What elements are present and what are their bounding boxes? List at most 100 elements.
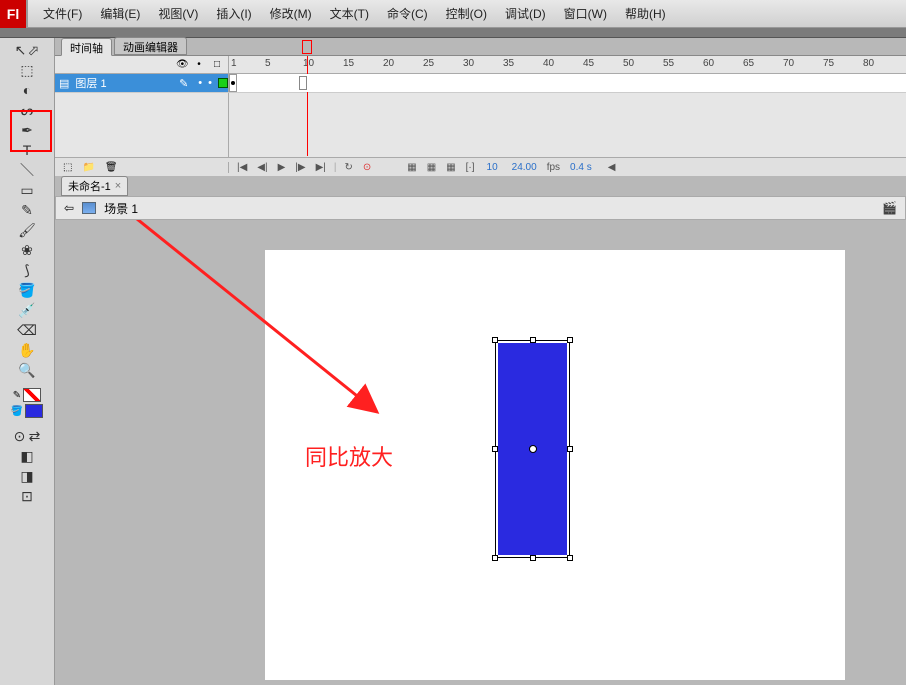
handle-bottom-right[interactable] [567,555,573,561]
tab-motion-editor[interactable]: 动画编辑器 [114,37,187,55]
stage-area[interactable]: 同比放大 [55,220,906,685]
rectangle-tool[interactable]: ▭ [14,180,40,200]
lasso-tool[interactable]: ᔕ [14,100,40,120]
goto-last-button[interactable]: ▶| [314,162,328,173]
playhead[interactable] [307,56,308,156]
onion-opt-4[interactable]: [·] [464,162,477,173]
hand-tool[interactable]: ✋ [14,340,40,360]
app-logo: Fl [0,0,28,28]
timeline-scroll-left[interactable]: ◀ [608,162,616,173]
onion-opt-2[interactable]: ▦ [425,162,438,173]
layer-visible-dot[interactable]: • [198,77,202,89]
menu-view[interactable]: 视图(V) [149,5,207,22]
layer-edit-icon: ✎ [179,77,188,90]
timeline-tabbar: 时间轴 动画编辑器 [55,38,906,56]
pen-tool[interactable]: ✒ [14,120,40,140]
3d-rotate-tool[interactable]: ◐ [14,80,40,100]
handle-left[interactable] [492,446,498,452]
menu-command[interactable]: 命令(C) [378,5,437,22]
play-button[interactable]: ▶ [276,162,288,173]
onion-opt-3[interactable]: ▦ [444,162,457,173]
onion-skin-button[interactable]: ⊙ [361,162,373,173]
new-layer-button[interactable]: ⬚ [61,162,74,173]
tools-panel: ↖ ⬀ ⬚ ◐ ᔕ ✒ T ＼ ▭ ✎ 🖌 ❀ ⟆ 🪣 💉 ⌫ ✋ 🔍 ✎ 🪣 … [0,38,55,685]
menu-help[interactable]: 帮助(H) [616,5,675,22]
lock-column-icon[interactable]: • [194,59,204,70]
ruler-num: 55 [663,58,674,69]
option-tool-2[interactable]: ◨ [14,466,40,486]
menu-window[interactable]: 窗口(W) [555,5,616,22]
text-tool[interactable]: T [14,140,40,160]
line-tool[interactable]: ＼ [14,160,40,180]
playhead-marker[interactable] [302,40,312,54]
snap-tool[interactable]: ⊙ [13,426,26,446]
outline-column-icon[interactable]: □ [212,59,222,70]
onion-opt-1[interactable]: ▦ [405,162,418,173]
handle-top[interactable] [530,337,536,343]
keyframe-1[interactable] [229,74,237,92]
timeline-ruler[interactable]: 1 5 10 15 20 25 30 35 40 45 50 55 60 65 … [229,56,906,73]
deco-tool[interactable]: ❀ [14,240,40,260]
menu-control[interactable]: 控制(O) [437,5,496,22]
ruler-num: 1 [231,58,237,69]
step-back-button[interactable]: ◀| [255,162,269,173]
menu-debug[interactable]: 调试(D) [496,5,555,22]
scene-icon [82,202,96,214]
edit-scene-button[interactable]: 🎬 [882,201,897,215]
frame-10[interactable] [299,76,307,90]
layer-lock-dot[interactable]: • [208,77,212,89]
stroke-color-swatch[interactable] [23,388,41,402]
transform-center[interactable] [529,445,537,453]
document-tab[interactable]: 未命名-1 × [61,176,128,196]
new-folder-button[interactable]: 📁 [80,162,96,173]
brush-tool[interactable]: 🖌 [14,220,40,240]
menu-modify[interactable]: 修改(M) [261,5,321,22]
menu-insert[interactable]: 插入(I) [207,5,260,22]
subselection-tool[interactable]: ⬀ [27,40,40,60]
handle-bottom-left[interactable] [492,555,498,561]
zoom-tool[interactable]: 🔍 [14,360,40,380]
layer-icon: ▤ [59,77,69,90]
scene-bar: ⇦ 场景 1 🎬 [55,196,906,220]
close-icon[interactable]: × [115,180,121,192]
menubar: Fl 文件(F) 编辑(E) 视图(V) 插入(I) 修改(M) 文本(T) 命… [0,0,906,28]
delete-layer-button[interactable]: 🗑 [103,162,120,173]
back-arrow-icon[interactable]: ⇦ [64,201,74,215]
stroke-color-icon: ✎ [13,390,21,401]
handle-bottom[interactable] [530,555,536,561]
timeline-layer-header: 👁 • □ [55,56,229,73]
handle-top-left[interactable] [492,337,498,343]
eraser-tool[interactable]: ⌫ [14,320,40,340]
paint-bucket-tool[interactable]: 🪣 [14,280,40,300]
option-tool-3[interactable]: ⊡ [14,486,40,506]
free-transform-tool[interactable]: ⬚ [14,60,40,80]
layer-row[interactable]: ▤ 图层 1 ✎ • • [55,74,229,92]
selection-tool[interactable]: ↖ [14,40,27,60]
option-tool-1[interactable]: ◧ [14,446,40,466]
menu-text[interactable]: 文本(T) [321,5,378,22]
tab-timeline[interactable]: 时间轴 [61,38,112,56]
menu-file[interactable]: 文件(F) [34,5,91,22]
fill-color-swatch[interactable] [25,404,43,418]
ruler-num: 5 [265,58,271,69]
ruler-num: 25 [423,58,434,69]
layer-outline-swatch[interactable] [218,78,228,88]
visibility-column-icon[interactable]: 👁 [176,59,186,70]
loop-button[interactable]: ↻ [343,162,355,173]
bone-tool[interactable]: ⟆ [14,260,40,280]
frames-track[interactable] [229,74,906,92]
pencil-tool[interactable]: ✎ [14,200,40,220]
selected-shape[interactable] [495,340,570,558]
fps-value: 24.00 [508,162,541,173]
eyedropper-tool[interactable]: 💉 [14,300,40,320]
ruler-num: 70 [783,58,794,69]
menu-edit[interactable]: 编辑(E) [91,5,149,22]
handle-right[interactable] [567,446,573,452]
swap-colors-tool[interactable]: ⇄ [28,426,41,446]
handle-top-right[interactable] [567,337,573,343]
goto-first-button[interactable]: |◀ [235,162,249,173]
step-forward-button[interactable]: |▶ [293,162,307,173]
timeline-footer: ⬚ 📁 🗑 |◀ ◀| ▶ |▶ ▶| | ↻ ⊙ ▦ ▦ ▦ [·] 10 2… [55,157,906,176]
document-tabbar: 未命名-1 × [55,176,906,196]
ruler-num: 40 [543,58,554,69]
